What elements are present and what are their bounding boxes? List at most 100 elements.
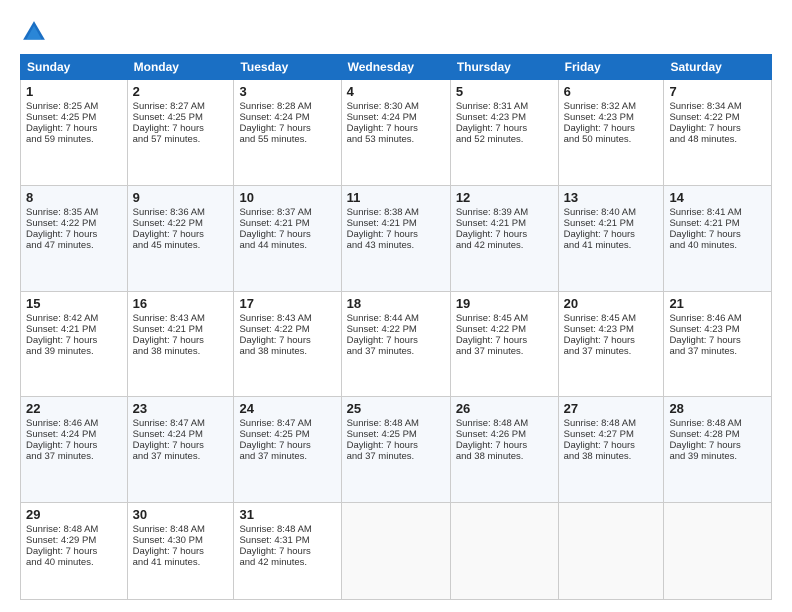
day-info-line: Sunrise: 8:27 AM <box>133 101 229 112</box>
weekday-sunday: Sunday <box>21 55 128 80</box>
day-info-line: Sunrise: 8:39 AM <box>456 207 553 218</box>
day-info-line: Sunset: 4:30 PM <box>133 535 229 546</box>
day-info-line: Daylight: 7 hours <box>347 229 445 240</box>
day-info-line: Daylight: 7 hours <box>456 123 553 134</box>
day-info-line: Sunset: 4:21 PM <box>26 324 122 335</box>
calendar-cell: 18Sunrise: 8:44 AMSunset: 4:22 PMDayligh… <box>341 291 450 397</box>
day-number: 28 <box>669 401 766 416</box>
day-number: 2 <box>133 84 229 99</box>
day-number: 1 <box>26 84 122 99</box>
day-info-line: Sunset: 4:25 PM <box>347 429 445 440</box>
day-number: 18 <box>347 296 445 311</box>
day-number: 26 <box>456 401 553 416</box>
day-info-line: Daylight: 7 hours <box>564 123 659 134</box>
day-info-line: and 37 minutes. <box>669 346 766 357</box>
day-info-line: Daylight: 7 hours <box>26 335 122 346</box>
calendar-cell: 7Sunrise: 8:34 AMSunset: 4:22 PMDaylight… <box>664 80 772 186</box>
day-info-line: Sunrise: 8:43 AM <box>133 313 229 324</box>
day-info-line: and 48 minutes. <box>669 134 766 145</box>
day-info-line: Sunset: 4:22 PM <box>133 218 229 229</box>
day-info-line: Sunrise: 8:47 AM <box>133 418 229 429</box>
day-info-line: Daylight: 7 hours <box>239 335 335 346</box>
week-row-3: 15Sunrise: 8:42 AMSunset: 4:21 PMDayligh… <box>21 291 772 397</box>
day-info-line: Daylight: 7 hours <box>26 546 122 557</box>
calendar-cell: 1Sunrise: 8:25 AMSunset: 4:25 PMDaylight… <box>21 80 128 186</box>
day-info-line: Daylight: 7 hours <box>133 123 229 134</box>
day-number: 13 <box>564 190 659 205</box>
day-info-line: Sunset: 4:28 PM <box>669 429 766 440</box>
page: SundayMondayTuesdayWednesdayThursdayFrid… <box>0 0 792 612</box>
day-info-line: Sunset: 4:21 PM <box>456 218 553 229</box>
day-info-line: Sunrise: 8:45 AM <box>564 313 659 324</box>
day-info-line: Sunset: 4:22 PM <box>26 218 122 229</box>
day-number: 12 <box>456 190 553 205</box>
day-info-line: Sunset: 4:24 PM <box>347 112 445 123</box>
day-number: 4 <box>347 84 445 99</box>
calendar-cell: 16Sunrise: 8:43 AMSunset: 4:21 PMDayligh… <box>127 291 234 397</box>
day-info-line: Sunrise: 8:38 AM <box>347 207 445 218</box>
day-info-line: Daylight: 7 hours <box>669 440 766 451</box>
day-number: 15 <box>26 296 122 311</box>
day-info-line: Daylight: 7 hours <box>133 335 229 346</box>
day-info-line: Daylight: 7 hours <box>239 229 335 240</box>
day-info-line: and 53 minutes. <box>347 134 445 145</box>
calendar-cell: 13Sunrise: 8:40 AMSunset: 4:21 PMDayligh… <box>558 185 664 291</box>
calendar-cell: 2Sunrise: 8:27 AMSunset: 4:25 PMDaylight… <box>127 80 234 186</box>
day-info-line: Sunset: 4:31 PM <box>239 535 335 546</box>
day-info-line: and 55 minutes. <box>239 134 335 145</box>
day-number: 5 <box>456 84 553 99</box>
calendar-cell: 31Sunrise: 8:48 AMSunset: 4:31 PMDayligh… <box>234 503 341 600</box>
day-info-line: Sunset: 4:21 PM <box>347 218 445 229</box>
day-info-line: and 37 minutes. <box>26 451 122 462</box>
weekday-tuesday: Tuesday <box>234 55 341 80</box>
day-info-line: Sunset: 4:23 PM <box>669 324 766 335</box>
calendar-table: SundayMondayTuesdayWednesdayThursdayFrid… <box>20 54 772 600</box>
day-info-line: and 37 minutes. <box>347 346 445 357</box>
day-info-line: and 42 minutes. <box>456 240 553 251</box>
day-info-line: and 37 minutes. <box>133 451 229 462</box>
day-info-line: Daylight: 7 hours <box>133 440 229 451</box>
day-info-line: Sunrise: 8:48 AM <box>456 418 553 429</box>
day-info-line: Sunset: 4:23 PM <box>456 112 553 123</box>
calendar-cell: 28Sunrise: 8:48 AMSunset: 4:28 PMDayligh… <box>664 397 772 503</box>
day-info-line: and 59 minutes. <box>26 134 122 145</box>
calendar-cell: 24Sunrise: 8:47 AMSunset: 4:25 PMDayligh… <box>234 397 341 503</box>
logo-icon <box>20 18 48 46</box>
calendar-cell: 3Sunrise: 8:28 AMSunset: 4:24 PMDaylight… <box>234 80 341 186</box>
day-number: 19 <box>456 296 553 311</box>
day-info-line: Sunrise: 8:47 AM <box>239 418 335 429</box>
day-info-line: Sunset: 4:21 PM <box>564 218 659 229</box>
day-info-line: Daylight: 7 hours <box>133 229 229 240</box>
day-info-line: Daylight: 7 hours <box>239 546 335 557</box>
day-info-line: and 37 minutes. <box>239 451 335 462</box>
day-number: 27 <box>564 401 659 416</box>
day-number: 11 <box>347 190 445 205</box>
day-info-line: Sunset: 4:29 PM <box>26 535 122 546</box>
day-info-line: Sunset: 4:22 PM <box>347 324 445 335</box>
calendar-cell: 17Sunrise: 8:43 AMSunset: 4:22 PMDayligh… <box>234 291 341 397</box>
weekday-friday: Friday <box>558 55 664 80</box>
day-info-line: Daylight: 7 hours <box>456 440 553 451</box>
day-info-line: Sunset: 4:23 PM <box>564 112 659 123</box>
day-info-line: Daylight: 7 hours <box>26 440 122 451</box>
day-info-line: Sunrise: 8:30 AM <box>347 101 445 112</box>
day-info-line: Daylight: 7 hours <box>456 335 553 346</box>
calendar-cell: 25Sunrise: 8:48 AMSunset: 4:25 PMDayligh… <box>341 397 450 503</box>
day-info-line: Daylight: 7 hours <box>239 123 335 134</box>
day-info-line: and 44 minutes. <box>239 240 335 251</box>
day-info-line: and 45 minutes. <box>133 240 229 251</box>
day-number: 6 <box>564 84 659 99</box>
day-number: 16 <box>133 296 229 311</box>
day-number: 22 <box>26 401 122 416</box>
day-info-line: Daylight: 7 hours <box>669 335 766 346</box>
day-info-line: Daylight: 7 hours <box>347 123 445 134</box>
week-row-4: 22Sunrise: 8:46 AMSunset: 4:24 PMDayligh… <box>21 397 772 503</box>
day-number: 31 <box>239 507 335 522</box>
day-info-line: and 37 minutes. <box>347 451 445 462</box>
day-info-line: and 42 minutes. <box>239 557 335 568</box>
calendar-cell: 20Sunrise: 8:45 AMSunset: 4:23 PMDayligh… <box>558 291 664 397</box>
day-info-line: Sunrise: 8:35 AM <box>26 207 122 218</box>
weekday-thursday: Thursday <box>450 55 558 80</box>
day-info-line: Sunset: 4:26 PM <box>456 429 553 440</box>
calendar-cell: 27Sunrise: 8:48 AMSunset: 4:27 PMDayligh… <box>558 397 664 503</box>
